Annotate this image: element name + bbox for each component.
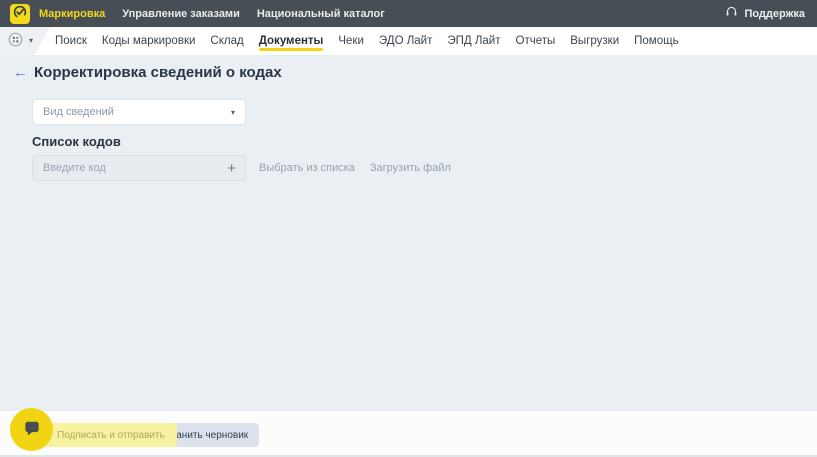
page-title: Корректировка сведений о кодах xyxy=(34,64,282,81)
tab-bar: ▾ Поиск Коды маркировки Склад Документы … xyxy=(0,27,817,55)
tab-pomosch[interactable]: Помощь xyxy=(634,27,678,55)
headset-icon xyxy=(725,5,738,22)
sign-and-send-button[interactable]: Подписать и отправить xyxy=(33,423,177,447)
tab-label: Поиск xyxy=(55,35,87,47)
check-icon xyxy=(13,5,27,23)
tab-sklad[interactable]: Склад xyxy=(210,27,243,55)
chevron-down-icon: ▾ xyxy=(231,108,235,117)
app-window: Маркировка Управление заказами Националь… xyxy=(0,0,817,457)
tab-label: Документы xyxy=(259,35,324,47)
top-nav-item-markirovka[interactable]: Маркировка xyxy=(39,8,105,20)
tab-vygruzki[interactable]: Выгрузки xyxy=(570,27,619,55)
add-code-button[interactable]: + xyxy=(226,161,237,176)
tab-label: Склад xyxy=(210,35,243,47)
code-input-wrap: + xyxy=(32,155,246,181)
tab-label: Отчеты xyxy=(516,35,556,47)
support-label: Поддержка xyxy=(744,8,805,20)
select-from-list-link[interactable]: Выбрать из списка xyxy=(259,162,355,174)
footer-bar: Подписать и отправить Сохранить черновик xyxy=(0,411,817,457)
code-input[interactable] xyxy=(43,162,226,174)
tab-label: Чеки xyxy=(338,35,364,47)
chestny-znak-logo[interactable] xyxy=(10,4,30,24)
tab-label: Коды маркировки xyxy=(102,35,196,47)
top-nav-item-order-management[interactable]: Управление заказами xyxy=(122,8,240,20)
upload-file-link[interactable]: Загрузить файл xyxy=(370,162,451,174)
tab-dokumenty[interactable]: Документы xyxy=(259,27,324,55)
tab-label: Помощь xyxy=(634,35,678,47)
chevron-down-icon: ▾ xyxy=(29,37,33,45)
active-tab-underline xyxy=(259,48,324,51)
chat-bubble-icon xyxy=(22,418,42,440)
info-type-select[interactable]: Вид сведений ▾ xyxy=(32,99,246,125)
tab-kody-markirovki[interactable]: Коды маркировки xyxy=(102,27,196,55)
top-nav-item-national-catalog[interactable]: Национальный каталог xyxy=(257,8,385,20)
back-button[interactable]: ← xyxy=(13,64,28,81)
info-type-select-placeholder: Вид сведений xyxy=(43,106,231,118)
category-icon xyxy=(8,32,23,51)
tab-label: Выгрузки xyxy=(570,35,619,47)
tab-label: ЭПД Лайт xyxy=(447,35,500,47)
tab-edo-lait[interactable]: ЭДО Лайт xyxy=(379,27,432,55)
top-nav: Маркировка Управление заказами Националь… xyxy=(39,8,385,20)
tab-cheki[interactable]: Чеки xyxy=(338,27,364,55)
codes-section-title: Список кодов xyxy=(32,134,121,149)
tab-poisk[interactable]: Поиск xyxy=(55,27,87,55)
tabs: Поиск Коды маркировки Склад Документы Че… xyxy=(55,27,679,55)
top-bar: Маркировка Управление заказами Националь… xyxy=(0,0,817,27)
code-entry-row: + Выбрать из списка Загрузить файл xyxy=(32,155,451,181)
tab-otchety[interactable]: Отчеты xyxy=(516,27,556,55)
tab-label: ЭДО Лайт xyxy=(379,35,432,47)
product-category-switcher[interactable]: ▾ xyxy=(0,27,50,55)
tab-epd-lait[interactable]: ЭПД Лайт xyxy=(447,27,500,55)
chat-widget-button[interactable] xyxy=(10,408,53,451)
support-button[interactable]: Поддержка xyxy=(725,5,805,22)
